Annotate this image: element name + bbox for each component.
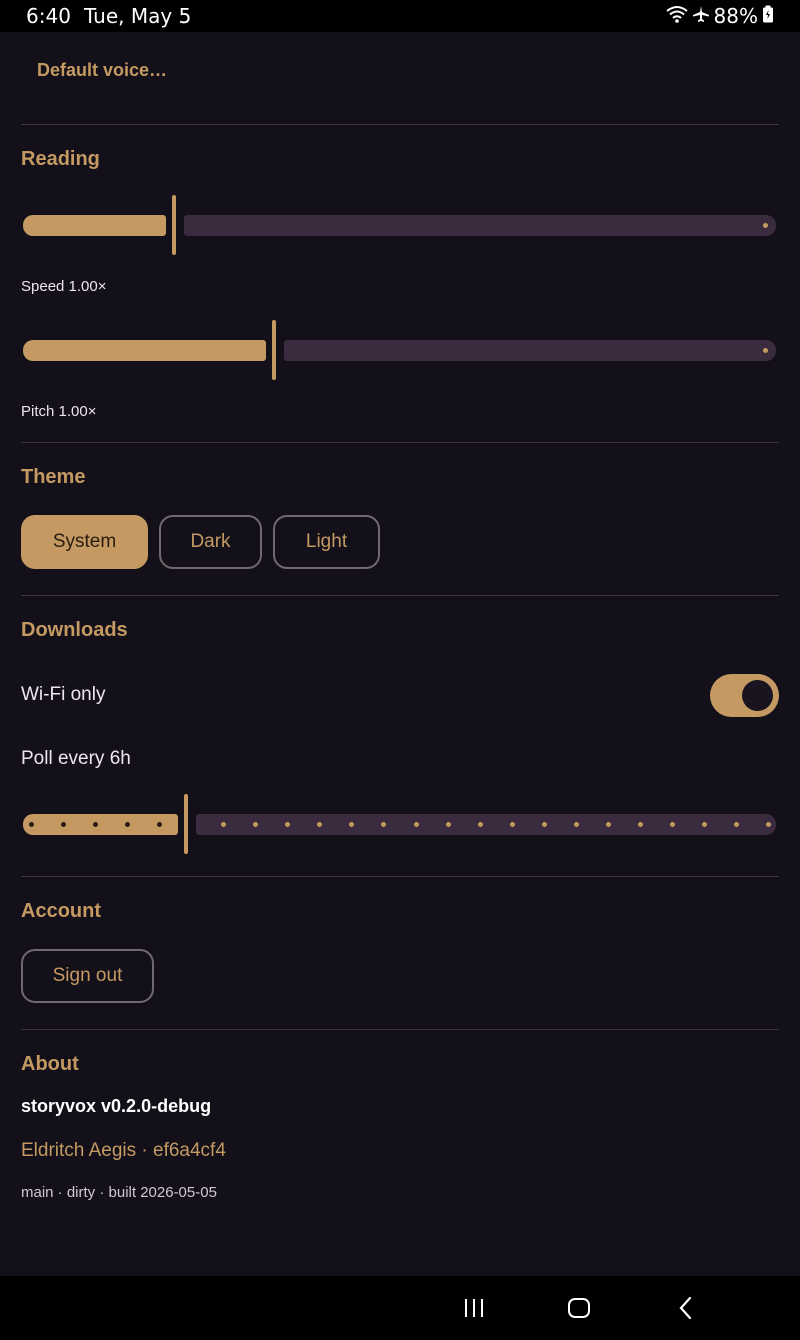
divider — [21, 595, 779, 596]
battery-icon — [762, 4, 774, 28]
wifi-only-toggle[interactable] — [710, 674, 779, 717]
slider-tick — [446, 822, 451, 827]
slider-tick — [606, 822, 611, 827]
slider-tick — [29, 822, 34, 827]
slider-tick — [381, 822, 386, 827]
theme-chip-light[interactable]: Light — [273, 515, 380, 569]
slider-tick — [734, 822, 739, 827]
slider-tick — [510, 822, 515, 827]
slider-active-track — [23, 215, 166, 236]
status-icons: 88% — [665, 4, 774, 28]
pitch-label: Pitch 1.00× — [21, 403, 97, 420]
speed-slider[interactable] — [23, 195, 776, 255]
slider-inactive-track — [284, 340, 776, 361]
slider-end-stop — [763, 348, 768, 353]
section-title-downloads: Downloads — [21, 619, 128, 641]
slider-tick — [157, 822, 162, 827]
home-icon[interactable] — [559, 1290, 599, 1326]
poll-interval-slider[interactable] — [23, 794, 776, 854]
poll-interval-label: Poll every 6h — [21, 748, 131, 769]
slider-tick — [93, 822, 98, 827]
slider-tick — [478, 822, 483, 827]
slider-tick — [349, 822, 354, 827]
slider-thumb[interactable] — [172, 195, 176, 255]
slider-inactive-track — [196, 814, 776, 835]
divider — [21, 442, 779, 443]
slider-tick — [221, 822, 226, 827]
slider-tick — [285, 822, 290, 827]
slider-tick — [702, 822, 707, 827]
slider-tick — [670, 822, 675, 827]
theme-chip-dark[interactable]: Dark — [159, 515, 262, 569]
build-name: Eldritch Aegis · ef6a4cf4 — [21, 1140, 226, 1161]
divider — [21, 876, 779, 877]
divider — [21, 1029, 779, 1030]
slider-tick — [253, 822, 258, 827]
slider-end-stop — [763, 223, 768, 228]
slider-tick — [414, 822, 419, 827]
settings-content: Default voice… Reading Speed 1.00× Pitch… — [0, 32, 800, 1276]
divider — [21, 124, 779, 125]
status-bar: 6:40 Tue, May 5 88% — [0, 0, 800, 32]
slider-inactive-track — [184, 215, 776, 236]
slider-thumb[interactable] — [184, 794, 188, 854]
section-title-reading: Reading — [21, 148, 100, 170]
battery-percent: 88% — [713, 4, 758, 28]
slider-tick — [125, 822, 130, 827]
airplane-mode-icon — [692, 4, 710, 28]
slider-active-track — [23, 340, 266, 361]
slider-tick — [638, 822, 643, 827]
slider-tick — [542, 822, 547, 827]
recents-icon[interactable] — [454, 1290, 494, 1326]
back-icon[interactable] — [666, 1290, 706, 1326]
slider-tick — [766, 822, 771, 827]
slider-tick — [61, 822, 66, 827]
pitch-slider[interactable] — [23, 320, 776, 380]
slider-tick — [574, 822, 579, 827]
app-version: storyvox v0.2.0-debug — [21, 1096, 212, 1116]
section-title-about: About — [21, 1053, 79, 1075]
theme-chip-system[interactable]: System — [21, 515, 148, 569]
build-meta: main · dirty · built 2026-05-05 — [21, 1184, 217, 1201]
section-title-account: Account — [21, 900, 101, 922]
section-title-theme: Theme — [21, 466, 86, 488]
toggle-knob — [742, 680, 773, 711]
status-date: Tue, May 5 — [84, 4, 192, 28]
status-time: 6:40 — [26, 4, 71, 28]
wifi-only-label: Wi-Fi only — [21, 684, 106, 705]
sign-out-button[interactable]: Sign out — [21, 949, 154, 1003]
speed-label: Speed 1.00× — [21, 278, 107, 295]
slider-active-track — [23, 814, 178, 835]
slider-tick — [317, 822, 322, 827]
slider-thumb[interactable] — [272, 320, 276, 380]
wifi-icon — [665, 4, 688, 28]
navigation-bar — [0, 1276, 800, 1340]
default-voice-button[interactable]: Default voice… — [37, 60, 167, 81]
